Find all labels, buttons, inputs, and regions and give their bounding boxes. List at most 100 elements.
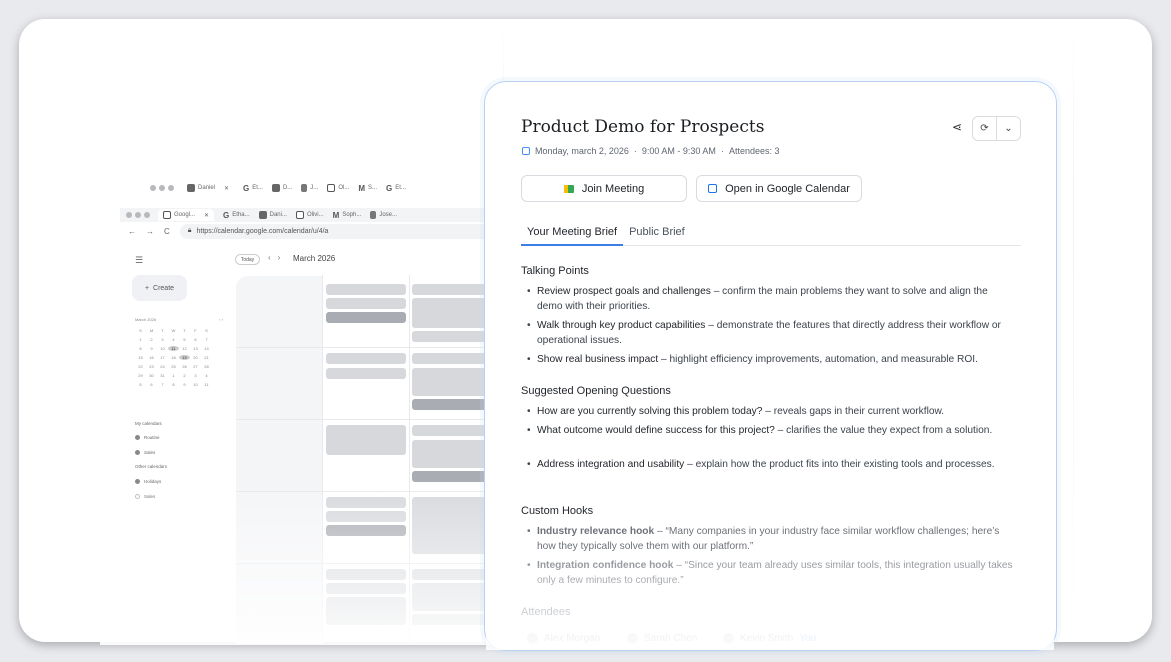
mini-date[interactable]: 7	[201, 337, 212, 342]
mini-date[interactable]: 10	[190, 382, 201, 387]
back-tab-4[interactable]: Ol...	[327, 184, 349, 192]
calendar-item-sales[interactable]: Sales	[135, 450, 155, 455]
front-tab-0[interactable]: Googl... ✕	[158, 209, 215, 221]
refresh-icon[interactable]: ⟳	[973, 117, 997, 140]
mini-date[interactable]: 3	[157, 337, 168, 342]
mini-date[interactable]: 8	[135, 346, 146, 351]
back-tab-0[interactable]: Daniel ✕	[182, 182, 235, 194]
checkbox-icon[interactable]	[135, 450, 140, 455]
today-button[interactable]: Today	[235, 254, 260, 265]
mini-date[interactable]: 1	[135, 337, 146, 342]
mini-date[interactable]: 21	[201, 355, 212, 360]
front-tab-4[interactable]: M Soph...	[333, 211, 362, 220]
back-tab-6[interactable]: G Et...	[386, 184, 406, 193]
calendar-event[interactable]	[412, 440, 492, 468]
mini-date[interactable]: 26	[179, 364, 190, 369]
join-meeting-button[interactable]: Join Meeting	[521, 175, 687, 202]
calendar-event[interactable]	[326, 425, 406, 455]
mini-date[interactable]: 7	[157, 382, 168, 387]
back-tab-3[interactable]: J...	[301, 184, 318, 192]
calendar-item-holidays[interactable]: Holidays	[135, 479, 161, 484]
mini-date[interactable]: 2	[179, 373, 190, 378]
window-controls[interactable]	[150, 185, 174, 191]
calendar-event[interactable]	[326, 368, 406, 379]
mini-date[interactable]: 29	[135, 373, 146, 378]
window-controls[interactable]	[126, 212, 150, 218]
mini-date[interactable]: 14	[201, 346, 212, 351]
checkbox-icon[interactable]	[135, 479, 140, 484]
calendar-item-routine[interactable]: Routine	[135, 435, 160, 440]
mini-date[interactable]: 9	[179, 382, 190, 387]
calendar-event[interactable]	[412, 331, 492, 342]
mini-date[interactable]: 11	[201, 382, 212, 387]
mini-date[interactable]: 6	[146, 382, 157, 387]
attendee-chip[interactable]: Alex Morgan	[527, 628, 600, 648]
mini-date[interactable]: 20	[190, 355, 201, 360]
calendar-event[interactable]	[412, 583, 492, 611]
checkbox-icon[interactable]	[135, 494, 140, 499]
mini-date[interactable]: 11	[168, 346, 179, 351]
tab-your-meeting-brief[interactable]: Your Meeting Brief	[521, 224, 624, 246]
front-tab-1[interactable]: G Etha...	[223, 211, 250, 220]
mini-date[interactable]: 18	[168, 355, 179, 360]
mini-date[interactable]: 8	[168, 382, 179, 387]
calendar-event[interactable]	[326, 284, 406, 295]
calendar-event[interactable]	[326, 569, 406, 580]
mini-date[interactable]: 25	[168, 364, 179, 369]
calendar-event[interactable]	[412, 471, 492, 482]
mini-date[interactable]: 17	[157, 355, 168, 360]
calendar-event[interactable]	[412, 353, 492, 364]
mini-date[interactable]: 23	[146, 364, 157, 369]
mini-date[interactable]: 19	[179, 355, 190, 360]
calendar-event[interactable]	[326, 525, 406, 536]
mini-nav-icons[interactable]: ‹ ›	[219, 317, 223, 322]
calendar-event[interactable]	[326, 353, 406, 364]
mini-date[interactable]: 1	[168, 373, 179, 378]
prev-month-icon[interactable]: ‹	[268, 253, 271, 262]
mini-date[interactable]: 10	[157, 346, 168, 351]
close-icon[interactable]: ✕	[224, 185, 229, 192]
back-tab-2[interactable]: D...	[271, 184, 292, 192]
mini-date[interactable]: 13	[190, 346, 201, 351]
reload-icon[interactable]: C	[164, 227, 170, 236]
front-tab-2[interactable]: Dani...	[258, 211, 287, 219]
mini-date[interactable]: 5	[135, 382, 146, 387]
mini-date[interactable]: 31	[157, 373, 168, 378]
mini-date[interactable]: 15	[135, 355, 146, 360]
next-month-icon[interactable]: ›	[278, 253, 281, 262]
calendar-event[interactable]	[412, 497, 492, 554]
close-icon[interactable]: ✕	[204, 212, 209, 219]
calendar-event[interactable]	[412, 614, 492, 625]
other-calendars-heading[interactable]: Other calendars	[135, 464, 167, 469]
calendar-event[interactable]	[326, 312, 406, 323]
checkbox-icon[interactable]	[135, 435, 140, 440]
mini-date[interactable]: 16	[146, 355, 157, 360]
open-google-calendar-button[interactable]: Open in Google Calendar	[696, 175, 862, 202]
calendar-event[interactable]	[326, 597, 406, 625]
attendee-chip[interactable]: Kevin Smith You	[723, 628, 816, 648]
mini-date[interactable]: 6	[190, 337, 201, 342]
forward-arrow-icon[interactable]: →	[146, 227, 154, 236]
back-arrow-icon[interactable]: ←	[128, 227, 136, 236]
calendar-event[interactable]	[326, 583, 406, 594]
mini-date[interactable]: 30	[146, 373, 157, 378]
mini-date[interactable]: 3	[190, 373, 201, 378]
attendee-chip[interactable]: Sarah Chen	[627, 628, 697, 648]
create-button[interactable]: + Create	[132, 275, 187, 301]
mini-date[interactable]: 27	[190, 364, 201, 369]
mini-date[interactable]: 9	[146, 346, 157, 351]
calendar-event[interactable]	[326, 511, 406, 522]
mini-date[interactable]: 12	[179, 346, 190, 351]
my-calendars-heading[interactable]: My calendars	[135, 421, 162, 426]
back-tab-5[interactable]: M S...	[358, 184, 377, 193]
calendar-item-sales-other[interactable]: Sales	[135, 494, 155, 499]
mini-date[interactable]: 2	[146, 337, 157, 342]
calendar-event[interactable]	[326, 298, 406, 309]
mini-date[interactable]: 4	[201, 373, 212, 378]
calendar-event[interactable]	[412, 298, 492, 328]
back-tab-1[interactable]: G Et...	[243, 184, 263, 193]
share-icon[interactable]: ⋖	[952, 120, 962, 134]
calendar-event[interactable]	[412, 368, 492, 396]
mini-date[interactable]: 4	[168, 337, 179, 342]
calendar-event[interactable]	[412, 569, 492, 580]
